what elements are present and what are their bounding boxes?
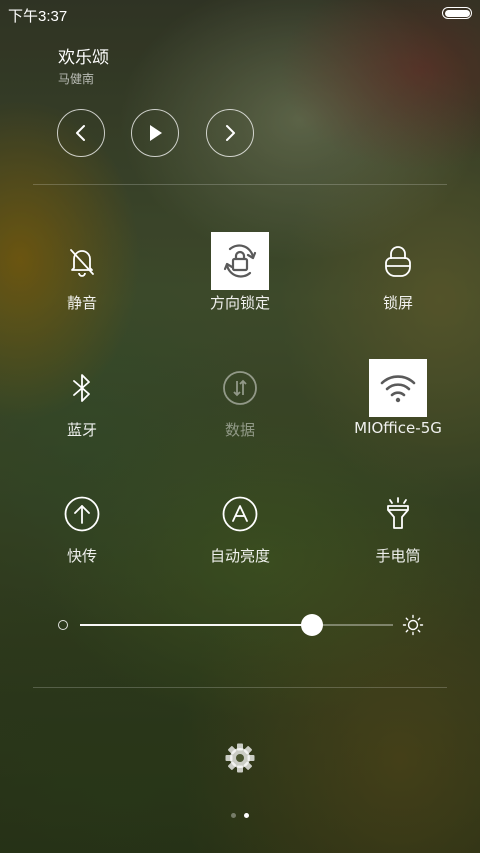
rotation-lock-icon — [223, 244, 257, 278]
brightness-low-icon — [58, 620, 68, 630]
play-button[interactable] — [131, 109, 179, 157]
page-dot — [231, 813, 236, 818]
toggle-label: 手电筒 — [375, 547, 421, 565]
flashlight-icon — [387, 497, 409, 529]
toggle-label: 自动亮度 — [209, 547, 270, 565]
chevron-right-icon — [226, 125, 235, 141]
brightness-slider-thumb[interactable] — [300, 614, 323, 636]
toggle-label: MIOffice-5G — [354, 419, 442, 437]
next-button[interactable] — [206, 109, 254, 157]
toggle-mobile-data-icon-box — [211, 359, 269, 417]
sun-icon — [402, 614, 424, 636]
toggle-auto-brightness[interactable]: 自动亮度 — [160, 485, 320, 566]
toggle-label: 快传 — [66, 547, 97, 565]
brightness-slider-fill — [80, 624, 312, 626]
toggle-label: 数据 — [224, 421, 255, 439]
toggle-bluetooth[interactable]: 蓝牙 — [2, 359, 162, 440]
song-title: 欢乐颂 — [58, 48, 109, 68]
toggle-quick-transfer[interactable]: 快传 — [2, 485, 162, 566]
bluetooth-icon — [73, 374, 90, 402]
chevron-left-icon — [76, 125, 85, 141]
toggle-wifi-icon-box — [369, 359, 427, 417]
auto-brightness-icon — [222, 496, 258, 532]
gear-icon — [225, 743, 255, 773]
play-icon — [150, 125, 162, 141]
song-artist: 马健南 — [58, 72, 95, 86]
toggle-lock-screen[interactable]: 锁屏 — [318, 232, 478, 313]
battery-fill — [444, 9, 470, 17]
settings-button[interactable] — [224, 742, 256, 778]
toggle-rotation-lock[interactable]: 方向锁定 — [160, 232, 320, 313]
status-bar: 下午3:37 — [0, 0, 480, 28]
brightness-control — [0, 610, 480, 640]
toggle-rotation-lock-icon-box — [211, 232, 269, 290]
brightness-slider[interactable] — [80, 614, 393, 636]
lock-icon — [385, 246, 411, 277]
page-indicator — [0, 813, 480, 818]
toggle-flashlight-icon-box — [369, 485, 427, 543]
divider — [33, 184, 447, 185]
toggle-quick-transfer-icon-box — [53, 485, 111, 543]
toggle-wifi[interactable]: MIOffice-5G — [318, 359, 478, 437]
page-dot — [244, 813, 249, 818]
toggle-label: 蓝牙 — [66, 421, 97, 439]
toggle-label: 静音 — [66, 294, 97, 312]
mobile-data-icon — [223, 371, 257, 405]
toggle-mute[interactable]: 静音 — [2, 232, 162, 313]
status-time: 下午3:37 — [8, 8, 68, 25]
toggle-auto-brightness-icon-box — [211, 485, 269, 543]
toggle-flashlight[interactable]: 手电筒 — [318, 485, 478, 566]
toggle-label: 锁屏 — [382, 294, 413, 312]
toggle-mobile-data[interactable]: 数据 — [160, 359, 320, 440]
bell-off-icon — [70, 249, 94, 277]
toggle-bluetooth-icon-box — [53, 359, 111, 417]
battery-icon — [442, 7, 472, 19]
toggle-lock-screen-icon-box — [369, 232, 427, 290]
wifi-icon — [380, 375, 416, 403]
divider — [33, 687, 447, 688]
toggle-mute-icon-box — [53, 232, 111, 290]
toggle-label: 方向锁定 — [209, 294, 270, 312]
previous-button[interactable] — [57, 109, 105, 157]
upload-icon — [64, 496, 100, 532]
